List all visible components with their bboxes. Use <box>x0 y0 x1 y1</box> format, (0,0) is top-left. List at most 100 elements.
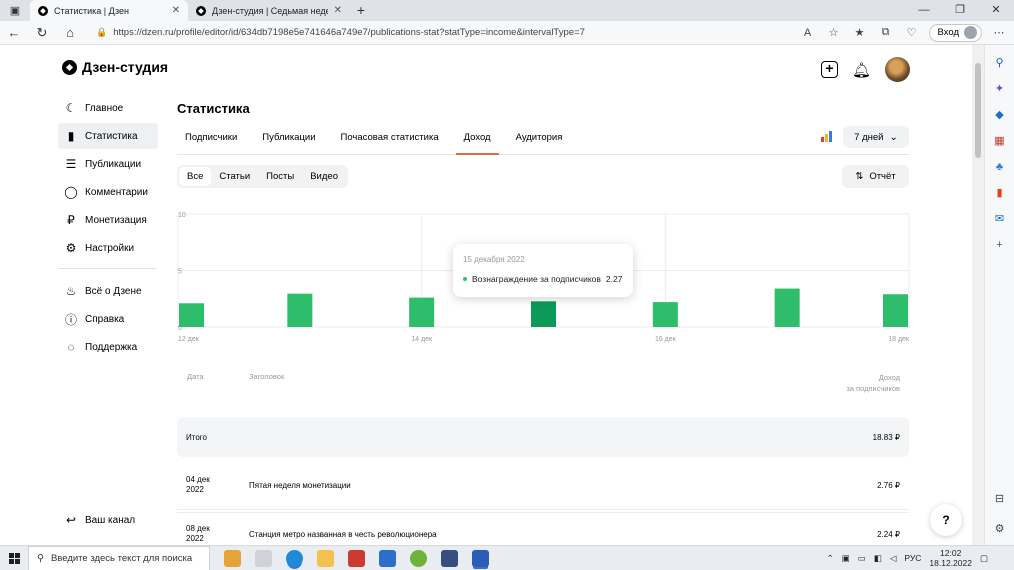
sidebar-item-main[interactable]: ☾ Главное <box>58 95 158 121</box>
filter-posts[interactable]: Посты <box>258 167 302 186</box>
network-icon[interactable]: ◧ <box>874 553 882 564</box>
tab-actions-icon[interactable]: ▣ <box>0 0 30 21</box>
row-date: 08 дек 2022 <box>186 524 226 544</box>
create-publication-icon[interactable]: + <box>821 61 838 78</box>
row-title[interactable]: Пятая неделя монетизации <box>249 481 351 490</box>
shopping-tag-icon[interactable]: ◆ <box>992 107 1008 123</box>
read-aloud-icon[interactable]: A <box>799 27 817 39</box>
store-icon[interactable] <box>348 549 365 567</box>
new-tab-button[interactable]: + <box>350 0 372 21</box>
sidebar-item-publications[interactable]: ☰ Публикации <box>58 151 158 177</box>
edge-app-icon[interactable] <box>286 549 303 567</box>
sidebar-item-settings[interactable]: ⚙ Настройки <box>58 235 158 261</box>
notification-center-icon[interactable]: ▢ <box>980 553 988 564</box>
close-tab-icon[interactable]: ✕ <box>172 5 180 16</box>
tray-app-icon[interactable]: ▣ <box>842 553 850 564</box>
period-select[interactable]: 7 дней ⌄ <box>843 126 909 148</box>
sidebar-divider <box>58 268 156 269</box>
battery-icon[interactable]: ▭ <box>858 553 866 564</box>
help-icon: ⓘ <box>64 312 77 327</box>
window-controls: — ❐ ✕ <box>906 0 1014 21</box>
address-bar[interactable]: 🔒 https://dzen.ru/profile/editor/id/634d… <box>96 24 796 42</box>
windows-start-icon[interactable] <box>0 552 28 564</box>
sidebar-item-help[interactable]: ⓘ Справка <box>58 306 158 332</box>
sidebar-item-label: Главное <box>85 102 124 114</box>
sidebar-item-label: Справка <box>85 313 125 325</box>
tray-chevron-icon[interactable]: ⌃ <box>827 553 834 564</box>
mail-icon[interactable] <box>379 549 396 567</box>
favorites-icon[interactable]: ★ <box>851 26 869 39</box>
table-row[interactable]: 04 дек 2022 Пятая неделя монетизации 2.76… <box>177 460 909 510</box>
sidebar-item-monetization[interactable]: ₽ Монетизация <box>58 207 158 233</box>
header-date[interactable]: Дата <box>187 372 204 381</box>
report-button[interactable]: ⇅ Отчёт <box>842 165 909 188</box>
word-app-icon[interactable] <box>472 549 489 567</box>
close-tab-icon[interactable]: ✕ <box>334 5 342 16</box>
games-icon[interactable]: ♣ <box>992 159 1008 175</box>
favorite-star-icon[interactable]: ☆ <box>825 26 843 39</box>
row-title[interactable]: Станция метро названная в честь революци… <box>249 530 437 539</box>
filter-all[interactable]: Все <box>179 167 212 186</box>
user-avatar[interactable] <box>885 57 911 82</box>
torrent-app-icon[interactable] <box>410 549 427 567</box>
sidebar-toggle-icon[interactable]: ⊟ <box>992 491 1008 507</box>
row-date-year: 2022 <box>186 534 204 543</box>
sidebar-item-about-dzen[interactable]: ♨ Всё о Дзене <box>58 278 158 304</box>
filter-videos[interactable]: Видео <box>302 167 346 186</box>
channel-icon: ↩ <box>65 513 77 527</box>
tab-publications[interactable]: Публикации <box>254 124 323 155</box>
sidebar-settings-icon[interactable]: ⚙ <box>992 521 1008 537</box>
back-icon[interactable]: ← <box>0 25 28 40</box>
network-app-icon[interactable] <box>441 549 458 567</box>
chart-bars-icon[interactable] <box>821 131 832 142</box>
tab-hourly[interactable]: Почасовая статистика <box>333 124 447 155</box>
sidebar-item-statistics[interactable]: ▮ Статистика <box>58 123 158 149</box>
tab-audience[interactable]: Аудитория <box>508 124 571 155</box>
dzen-studio-logo[interactable]: Дзен-студия <box>62 59 168 75</box>
help-button[interactable]: ? <box>930 504 962 536</box>
file-explorer-icon[interactable] <box>317 549 334 567</box>
language-indicator[interactable]: РУС <box>904 553 921 563</box>
clock-date: 18.12.2022 <box>929 558 972 568</box>
tools-icon[interactable]: ▦ <box>992 133 1008 149</box>
add-sidebar-app-icon[interactable]: + <box>992 237 1008 253</box>
more-menu-icon[interactable]: ⋯ <box>990 26 1008 39</box>
outlook-icon[interactable]: ✉ <box>992 211 1008 227</box>
task-view-icon[interactable] <box>255 549 272 567</box>
maximize-icon[interactable]: ❐ <box>942 0 978 21</box>
browser-tab-active[interactable]: Статистика | Дзен ✕ <box>30 0 188 21</box>
scrollbar-thumb[interactable] <box>975 63 981 158</box>
row-value: 2.76 ₽ <box>877 481 900 490</box>
filter-articles[interactable]: Статьи <box>211 167 258 186</box>
clock[interactable]: 12:02 18.12.2022 <box>929 548 972 568</box>
copilot-icon[interactable]: ✦ <box>992 81 1008 97</box>
browser-tab-inactive[interactable]: Дзен-студия | Седьмая неделя ✕ <box>188 0 350 21</box>
home-page-icon[interactable]: ⌂ <box>56 25 84 40</box>
tab-income[interactable]: Доход <box>455 124 499 155</box>
page-scrollbar[interactable] <box>972 45 984 545</box>
taskbar-search-input[interactable]: ⚲ Введите здесь текст для поиска <box>28 545 210 570</box>
sidebar-item-support[interactable]: ◌ Поддержка <box>58 334 158 360</box>
chart-bar <box>531 301 556 327</box>
dzen-logo-icon <box>62 59 77 75</box>
collections-icon[interactable]: ⧉ <box>877 26 895 39</box>
tooltip-row: Вознаграждение за подписчиков 2.27 <box>463 274 623 284</box>
weather-widget-icon[interactable] <box>224 549 241 567</box>
sidebar-item-comments[interactable]: ◯ Комментарии <box>58 179 158 205</box>
close-window-icon[interactable]: ✕ <box>978 0 1014 21</box>
minimize-icon[interactable]: — <box>906 0 942 21</box>
y-tick-label: 5 <box>178 269 182 276</box>
header-income[interactable]: Доход за подписчиков <box>846 372 900 394</box>
reload-icon[interactable]: ↻ <box>28 25 56 41</box>
notifications-bell-icon[interactable]: 🔔︎ <box>852 61 871 79</box>
login-button[interactable]: Вход <box>928 23 982 42</box>
sidebar-item-label: Всё о Дзене <box>85 285 142 297</box>
office-icon[interactable]: ▮ <box>992 185 1008 201</box>
tab-subscribers[interactable]: Подписчики <box>177 124 245 155</box>
chevron-down-icon: ⌄ <box>889 131 898 143</box>
search-icon[interactable]: ⚲ <box>992 55 1008 71</box>
browser-essentials-icon[interactable]: ♡ <box>903 26 921 39</box>
browser-tab-bar: ▣ Статистика | Дзен ✕ Дзен-студия | Седь… <box>0 0 1014 21</box>
volume-icon[interactable]: ◁ <box>890 553 897 564</box>
sidebar-item-your-channel[interactable]: ↩ Ваш канал <box>58 507 135 533</box>
